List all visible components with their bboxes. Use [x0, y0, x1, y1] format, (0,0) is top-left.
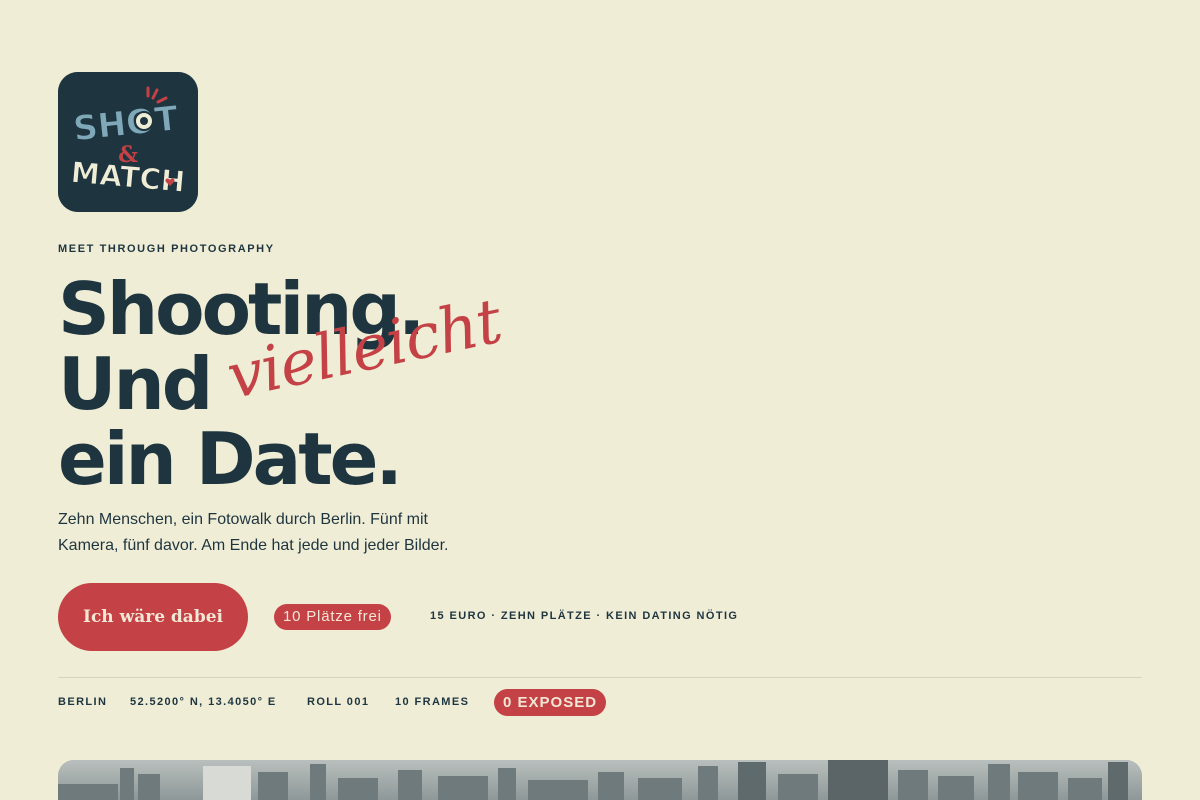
logo-mark-icon: SHOT & MATCH — [58, 72, 198, 212]
tagline: MEET THROUGH PHOTOGRAPHY — [58, 243, 275, 255]
skyline-image-icon — [58, 760, 1142, 800]
meta-city: BERLIN — [58, 696, 108, 708]
meta-coordinates: 52.5200° N, 13.4050° E — [130, 696, 277, 708]
landing-page: SHOT & MATCH MEET THROUGH PHOTOGRAPHY Sh… — [0, 0, 1200, 800]
headline-line-3: ein Date. — [58, 417, 403, 501]
meta-frames: 10 FRAMES — [395, 696, 470, 708]
berlin-skyline-photo — [58, 760, 1142, 800]
hero-description: Zehn Menschen, ein Fotowalk durch Berlin… — [58, 511, 449, 554]
event-facts: 15 EURO · ZEHN PLÄTZE · KEIN DATING NÖTI… — [430, 610, 739, 622]
exposed-count-badge: 0 EXPOSED — [494, 689, 607, 716]
shot-and-match-logo: SHOT & MATCH — [58, 72, 198, 212]
seats-available-badge: 10 Plätze frei — [274, 604, 391, 630]
meta-roll: ROLL 001 — [307, 696, 370, 708]
signup-button[interactable]: Ich wäre dabei — [58, 583, 248, 651]
divider — [58, 677, 1142, 678]
